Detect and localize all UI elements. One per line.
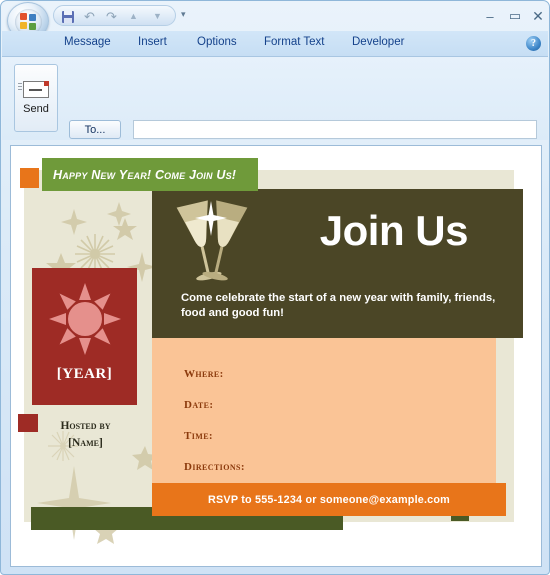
- envelope-icon: [18, 81, 49, 98]
- tab-developer[interactable]: Developer: [352, 36, 404, 48]
- customize-quick-access-button[interactable]: ▾: [181, 9, 186, 20]
- tab-format-text[interactable]: Format Text: [264, 36, 325, 48]
- tab-message[interactable]: Message: [64, 36, 111, 48]
- invitation-subtitle: Come celebrate the start of a new year w…: [181, 292, 496, 319]
- hosted-by-block: Hosted by [Name]: [32, 418, 139, 453]
- orb-square-yellow: [20, 22, 27, 29]
- undo-button[interactable]: ↶: [81, 8, 98, 25]
- invitation-title: Join Us: [319, 207, 469, 254]
- redo-button[interactable]: ↷: [103, 8, 120, 25]
- hosted-by-label: Hosted by: [60, 420, 111, 432]
- greeting-banner-text: Happy New Year! Come Join Us!: [53, 167, 237, 182]
- save-button[interactable]: [59, 8, 76, 25]
- up-arrow-icon: ▲: [129, 11, 138, 21]
- tab-options[interactable]: Options: [197, 36, 237, 48]
- host-name: [Name]: [68, 437, 103, 450]
- greeting-banner: Happy New Year! Come Join Us!: [42, 158, 258, 191]
- close-button[interactable]: ✕: [527, 7, 549, 25]
- undo-arrow-icon: ↶: [84, 9, 95, 24]
- card-orange-accent-square: [20, 168, 39, 188]
- ribbon-tab-bar: Message Insert Options Format Text Devel…: [2, 31, 548, 57]
- rsvp-bar: RSVP to 555-1234 or someone@example.com: [152, 483, 506, 516]
- detail-directions: Directions:: [184, 461, 245, 473]
- minimize-button[interactable]: –: [479, 7, 501, 25]
- quick-access-toolbar: ↶ ↷ ▲ ▼: [53, 5, 176, 26]
- detail-date: Date:: [184, 399, 214, 411]
- send-button[interactable]: Send: [14, 64, 58, 132]
- event-details-panel: Where: Date: Time: Directions:: [152, 338, 496, 490]
- title-bar: ↶ ↷ ▲ ▼ ▾ – ▭ ✕: [1, 1, 549, 40]
- detail-where: Where:: [184, 368, 224, 380]
- save-icon: [61, 10, 74, 23]
- hero-panel: Join Us Come celebrate the start of a ne…: [152, 189, 523, 338]
- orb-square-red: [20, 13, 27, 20]
- message-body[interactable]: [YEAR] Hosted by [Name] Where: Date: Tim…: [10, 145, 542, 567]
- tab-insert[interactable]: Insert: [138, 36, 167, 48]
- outlook-compose-window: ↶ ↷ ▲ ▼ ▾ – ▭ ✕ Message Insert Options F…: [0, 0, 550, 575]
- champagne-glasses-icon: [176, 200, 248, 281]
- previous-item-button[interactable]: ▲: [125, 8, 142, 25]
- maximize-button[interactable]: ▭: [504, 7, 526, 25]
- next-item-button[interactable]: ▼: [149, 8, 166, 25]
- orb-square-green: [29, 23, 36, 30]
- invitation-card: [YEAR] Hosted by [Name] Where: Date: Tim…: [11, 146, 541, 566]
- to-input[interactable]: [133, 120, 537, 139]
- orb-square-blue: [29, 14, 36, 21]
- compose-header: Send To... Cc... Subject:: [2, 57, 548, 191]
- rsvp-text: RSVP to 555-1234 or someone@example.com: [208, 493, 450, 506]
- detail-time: Time:: [184, 430, 213, 442]
- send-button-label: Send: [23, 103, 49, 115]
- to-button[interactable]: To...: [69, 120, 121, 139]
- sunburst-icon: [49, 283, 121, 355]
- redo-arrow-icon: ↷: [106, 9, 117, 24]
- year-panel: [YEAR]: [32, 268, 137, 405]
- help-icon[interactable]: ?: [526, 36, 541, 51]
- down-arrow-icon: ▼: [153, 11, 162, 21]
- year-placeholder: [YEAR]: [56, 366, 113, 382]
